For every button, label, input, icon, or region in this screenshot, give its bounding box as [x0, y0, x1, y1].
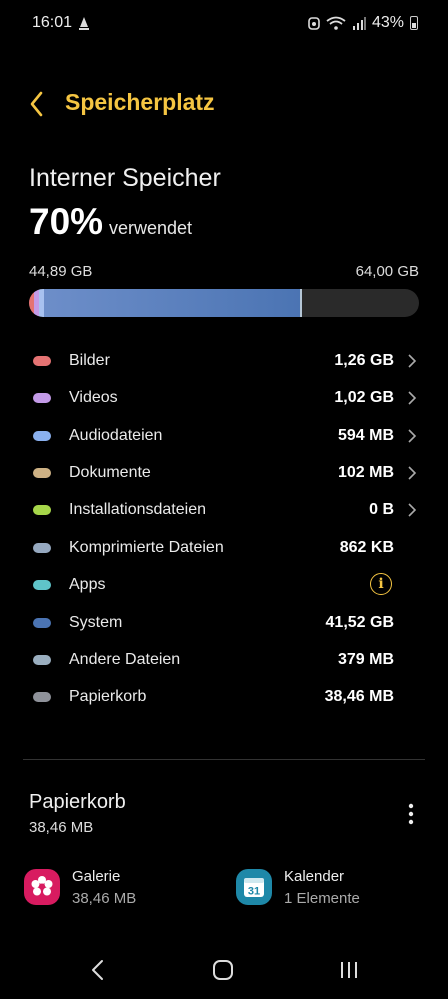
category-row-andere-dateien: Andere Dateien 379 MB — [0, 643, 448, 680]
category-color-dot — [33, 692, 51, 702]
category-label: Installationsdateien — [69, 501, 206, 518]
status-bar: 16:01 43% — [0, 0, 448, 46]
wifi-icon — [326, 16, 346, 30]
category-label: Papierkorb — [69, 688, 147, 705]
chevron-right-icon — [408, 429, 417, 443]
category-row-apps[interactable]: Apps i — [0, 568, 448, 605]
category-color-dot — [33, 393, 51, 403]
trash-app-kalender[interactable]: 31 Kalender 1 Elemente — [236, 868, 426, 912]
category-color-dot — [33, 655, 51, 665]
app-name: Galerie — [72, 868, 121, 885]
gallery-flower-icon — [24, 869, 60, 905]
category-row-bilder[interactable]: Bilder 1,26 GB — [0, 344, 448, 381]
category-color-dot — [33, 580, 51, 590]
battery-percent: 43% — [371, 14, 404, 31]
storage-heading: Interner Speicher — [29, 164, 221, 192]
category-row-komprimierte-dateien: Komprimierte Dateien 862 KB — [0, 531, 448, 568]
storage-usage-bar — [29, 289, 419, 317]
category-label: Audiodateien — [69, 427, 163, 444]
chevron-right-icon — [408, 391, 417, 405]
category-color-dot — [33, 618, 51, 628]
trash-size: 38,46 MB — [29, 819, 94, 836]
category-label: Dokumente — [69, 464, 151, 481]
category-label: System — [69, 614, 123, 631]
category-label: Bilder — [69, 352, 110, 369]
category-row-installationsdateien[interactable]: Installationsdateien 0 B — [0, 493, 448, 530]
status-time: 16:01 — [32, 14, 73, 31]
category-row-videos[interactable]: Videos 1,02 GB — [0, 381, 448, 418]
category-row-papierkorb: Papierkorb 38,46 MB — [0, 680, 448, 717]
alarm-icon — [308, 17, 320, 30]
storage-used-amount: 44,89 GB — [29, 263, 93, 280]
category-label: Komprimierte Dateien — [69, 539, 224, 556]
category-color-dot — [33, 505, 51, 515]
notification-icon — [79, 17, 89, 30]
category-label: Apps — [69, 576, 106, 593]
nav-recents-icon[interactable] — [338, 958, 360, 982]
chevron-right-icon — [408, 466, 417, 480]
category-value: 38,46 MB — [324, 688, 394, 705]
nav-home-icon[interactable] — [212, 958, 234, 982]
category-label: Andere Dateien — [69, 651, 181, 668]
storage-total: 64,00 GB — [355, 263, 419, 280]
calendar-day-number: 31 — [248, 886, 260, 898]
category-value: 41,52 GB — [325, 614, 394, 631]
app-name: Kalender — [284, 868, 345, 885]
category-value: 0 B — [369, 501, 394, 518]
category-row-system: System 41,52 GB — [0, 606, 448, 643]
category-value: 862 KB — [339, 539, 394, 556]
back-button[interactable] — [26, 88, 50, 120]
trash-app-galerie[interactable]: Galerie 38,46 MB — [24, 868, 214, 912]
app-detail: 38,46 MB — [72, 890, 137, 907]
category-color-dot — [33, 431, 51, 441]
page-title: Speicherplatz — [65, 89, 215, 115]
info-icon[interactable]: i — [370, 573, 392, 595]
app-detail: 1 Elemente — [284, 890, 360, 907]
battery-icon — [410, 16, 418, 30]
category-color-dot — [33, 543, 51, 553]
category-row-dokumente[interactable]: Dokumente 102 MB — [0, 456, 448, 493]
category-value: 1,02 GB — [334, 389, 394, 406]
storage-used-label: verwendet — [109, 218, 193, 238]
category-value: 594 MB — [337, 427, 394, 444]
category-value: 1,26 GB — [334, 352, 394, 369]
category-value: 379 MB — [337, 651, 394, 668]
chevron-right-icon — [408, 503, 417, 517]
signal-icon — [352, 17, 366, 30]
bar-segment-system — [44, 289, 300, 317]
trash-title: Papierkorb — [29, 791, 126, 813]
bar-segment-other — [300, 289, 302, 317]
status-right: 43% — [308, 14, 418, 32]
category-row-audiodateien[interactable]: Audiodateien 594 MB — [0, 419, 448, 456]
storage-percent: 70% — [29, 201, 104, 242]
category-label: Videos — [69, 389, 118, 406]
category-color-dot — [33, 356, 51, 366]
category-color-dot — [33, 468, 51, 478]
divider — [23, 759, 425, 760]
category-value: 102 MB — [337, 464, 394, 481]
nav-back-icon[interactable] — [88, 958, 108, 982]
chevron-right-icon — [408, 354, 417, 368]
calendar-icon: 31 — [236, 869, 272, 905]
more-vertical-icon[interactable] — [401, 802, 421, 826]
